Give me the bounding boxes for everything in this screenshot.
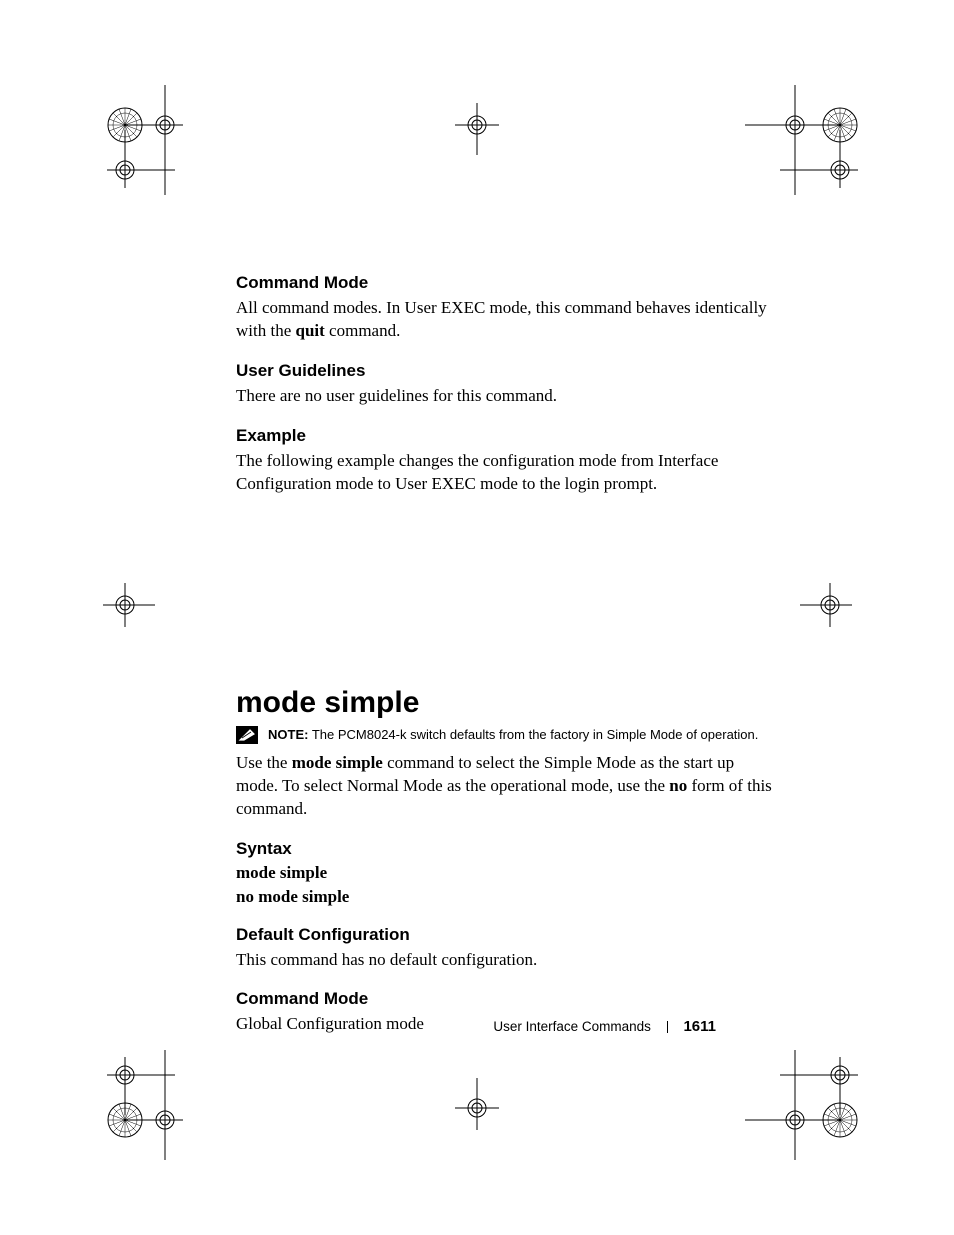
note-row: NOTE: The PCM8024-k switch defaults from… [236, 726, 776, 744]
note-icon [236, 726, 258, 744]
footer-separator [667, 1021, 668, 1033]
syntax-line: mode simple [236, 863, 776, 883]
crop-mark-icon [452, 100, 502, 160]
crop-mark-icon [740, 75, 880, 215]
heading-command-mode: Command Mode [236, 989, 776, 1009]
footer-section: User Interface Commands [493, 1019, 651, 1034]
body-text: All command modes. In User EXEC mode, th… [236, 297, 776, 343]
section-title-mode-simple: mode simple [236, 686, 776, 720]
crop-mark-icon [452, 1078, 502, 1138]
heading-default-configuration: Default Configuration [236, 925, 776, 945]
body-text: There are no user guidelines for this co… [236, 385, 776, 408]
page-content: Command Mode All command modes. In User … [236, 255, 776, 1046]
crop-mark-icon [75, 1025, 185, 1165]
body-text: Use the mode simple command to select th… [236, 752, 776, 821]
text: command. [325, 321, 401, 340]
note-label: NOTE: [268, 727, 308, 742]
heading-example: Example [236, 426, 776, 446]
heading-syntax: Syntax [236, 839, 776, 859]
body-text: The following example changes the config… [236, 450, 776, 496]
page-number: 1611 [683, 1018, 716, 1035]
bold-text: no [669, 776, 687, 795]
page: Command Mode All command modes. In User … [0, 0, 954, 1235]
page-footer: User Interface Commands 1611 [236, 1018, 716, 1035]
bold-text: quit [296, 321, 325, 340]
heading-user-guidelines: User Guidelines [236, 361, 776, 381]
crop-mark-icon [100, 580, 160, 640]
crop-mark-icon [800, 580, 860, 640]
note-text: NOTE: The PCM8024-k switch defaults from… [268, 727, 758, 742]
heading-command-mode: Command Mode [236, 273, 776, 293]
crop-mark-icon [75, 75, 185, 215]
syntax-line: no mode simple [236, 887, 776, 907]
body-text: This command has no default configuratio… [236, 949, 776, 972]
text: Use the [236, 753, 292, 772]
bold-text: mode simple [292, 753, 383, 772]
note-body: The PCM8024-k switch defaults from the f… [308, 727, 758, 742]
